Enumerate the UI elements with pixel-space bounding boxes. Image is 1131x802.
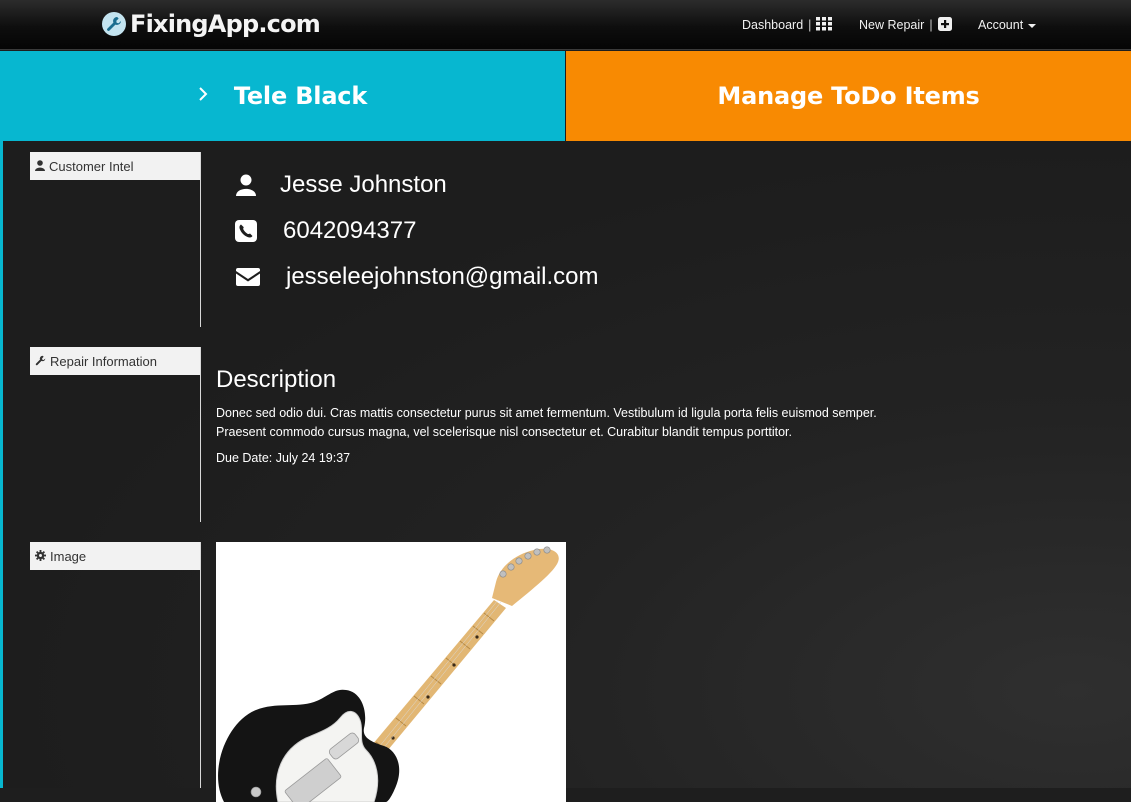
manage-todo-button[interactable]: Manage ToDo Items: [566, 51, 1131, 141]
phone-icon: [235, 220, 257, 242]
brand-name: FixingApp.com: [130, 10, 321, 38]
nav-new-repair[interactable]: New Repair |: [859, 16, 952, 34]
wrench-icon: [102, 12, 126, 36]
user-icon: [235, 174, 257, 196]
nav-account-label: Account: [978, 18, 1024, 32]
brand-logo[interactable]: FixingApp.com: [102, 8, 321, 40]
nav-new-repair-label: New Repair: [859, 18, 925, 32]
repair-detail-panel: Customer Intel Jesse Johnston 6042094377…: [0, 141, 1131, 802]
section-divider: [200, 347, 201, 522]
customer-phone[interactable]: 6042094377: [283, 217, 416, 245]
nav-account[interactable]: Account: [978, 16, 1037, 34]
customer-email[interactable]: jesseleejohnston@gmail.com: [286, 263, 599, 291]
customer-email-row: jesseleejohnston@gmail.com: [235, 262, 599, 292]
repair-title: Tele Black: [233, 82, 368, 110]
gear-icon: [35, 549, 46, 564]
section-label-image: Image: [30, 542, 200, 570]
repair-title-banner[interactable]: Tele Black: [0, 51, 565, 141]
user-icon: [35, 159, 45, 174]
customer-name-row: Jesse Johnston: [235, 170, 447, 200]
nav-dashboard-label: Dashboard: [742, 18, 804, 32]
customer-name: Jesse Johnston: [280, 171, 447, 198]
repair-image[interactable]: [216, 542, 566, 802]
section-divider: [200, 152, 201, 327]
section-divider: [200, 542, 201, 788]
grid-icon: [816, 16, 833, 34]
description-text: Donec sed odio dui. Cras mattis consecte…: [216, 406, 877, 439]
chevron-right-icon: [198, 86, 208, 106]
top-navbar: FixingApp.com Dashboard | New Repair | A…: [0, 0, 1131, 50]
wrench-icon: [35, 354, 46, 369]
customer-phone-row: 6042094377: [235, 216, 416, 246]
envelope-icon: [235, 266, 261, 288]
guitar-image: [218, 546, 559, 802]
caret-down-icon: [1028, 18, 1037, 32]
section-label-repair-information: Repair Information: [30, 347, 200, 375]
section-label-customer-intel: Customer Intel: [30, 152, 200, 180]
description-heading: Description: [216, 366, 337, 393]
nav-dashboard[interactable]: Dashboard |: [742, 16, 833, 34]
due-date: Due Date: July 24 19:37: [216, 451, 351, 465]
manage-todo-label: Manage ToDo Items: [717, 82, 980, 110]
plus-square-icon: [937, 16, 952, 34]
